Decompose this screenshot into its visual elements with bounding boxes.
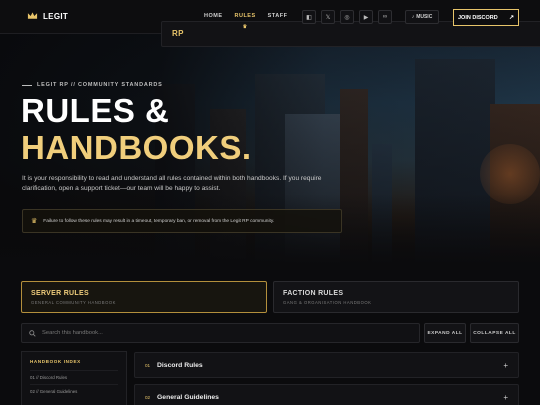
tab-subtitle: GANG & ORGANISATION HANDBOOK (283, 300, 372, 305)
search-bar (21, 323, 420, 343)
discord-icon[interactable]: ◧ (302, 10, 316, 24)
link-icon[interactable]: ∞ (378, 10, 392, 24)
section-discord-rules[interactable]: 01 Discord Rules + (134, 352, 519, 378)
music-button[interactable]: ♪ MUSIC (405, 10, 439, 24)
search-icon (29, 329, 36, 337)
section-number: 02 (145, 394, 151, 400)
section-number: 01 (145, 362, 151, 368)
expand-all-button[interactable]: EXPAND ALL (424, 323, 466, 343)
instagram-icon[interactable]: ◎ (340, 10, 354, 24)
youtube-icon[interactable]: ▶ (359, 10, 373, 24)
nav-link-rules-label: RULES (234, 13, 256, 19)
warning-notice: ♛ Failure to follow these rules may resu… (22, 209, 342, 233)
external-arrow-icon: ↗ (508, 15, 514, 21)
plus-icon: + (503, 360, 508, 370)
nav-link-staff[interactable]: STAFF (268, 13, 288, 19)
brand-logo[interactable]: LEGIT RP (27, 11, 540, 47)
index-title: HANDBOOK INDEX (30, 359, 81, 364)
join-discord-label: JOIN DISCORD (458, 14, 498, 21)
music-note-icon: ♪ (411, 14, 415, 20)
warning-text: Failure to follow these rules may result… (43, 218, 275, 224)
handbook-index: HANDBOOK INDEX 01 // Discord Rules 02 //… (21, 351, 127, 405)
index-item[interactable]: 02 // General Guidelines (30, 384, 118, 398)
page-title-line1: RULES & (21, 92, 170, 129)
top-nav: LEGIT RP HOME RULES ♛ STAFF ◧ 𝕏 ◎ ▶ ∞ ♪ MU… (0, 0, 540, 47)
crown-icon: ♛ (31, 218, 38, 225)
music-label: MUSIC (416, 14, 433, 20)
crown-icon (27, 12, 38, 19)
section-title: General Guidelines (157, 393, 219, 401)
section-title: Discord Rules (157, 361, 203, 369)
nav-link-home[interactable]: HOME (204, 13, 223, 19)
x-icon[interactable]: 𝕏 (321, 10, 335, 24)
tab-title: SERVER RULES (31, 290, 89, 297)
join-discord-button[interactable]: JOIN DISCORD ↗ (453, 9, 519, 26)
hero-eyebrow: LEGIT RP // COMMUNITY STANDARDS (22, 82, 163, 88)
tab-subtitle: GENERAL COMMUNITY HANDBOOK (31, 300, 116, 305)
active-crown-icon: ♛ (242, 24, 248, 30)
social-links: ◧ 𝕏 ◎ ▶ ∞ (302, 10, 392, 24)
collapse-all-button[interactable]: COLLAPSE ALL (470, 323, 519, 343)
nav-links: HOME RULES ♛ STAFF (204, 13, 288, 30)
tab-faction-rules[interactable]: FACTION RULES GANG & ORGANISATION HANDBO… (273, 281, 519, 313)
tab-server-rules[interactable]: SERVER RULES GENERAL COMMUNITY HANDBOOK (21, 281, 267, 313)
intro-text: It is your responsibility to read and un… (22, 175, 322, 192)
index-item[interactable]: 01 // Discord Rules (30, 370, 118, 384)
tab-title: FACTION RULES (283, 290, 344, 297)
search-input[interactable] (42, 330, 402, 336)
page-title-line2: HANDBOOKS. (21, 129, 252, 166)
section-general-guidelines[interactable]: 02 General Guidelines + (134, 384, 519, 405)
brand-name: LEGIT (43, 11, 69, 21)
eyebrow-text: LEGIT RP // COMMUNITY STANDARDS (37, 82, 163, 88)
plus-icon: + (503, 392, 508, 402)
nav-link-rules[interactable]: RULES ♛ (234, 13, 256, 30)
